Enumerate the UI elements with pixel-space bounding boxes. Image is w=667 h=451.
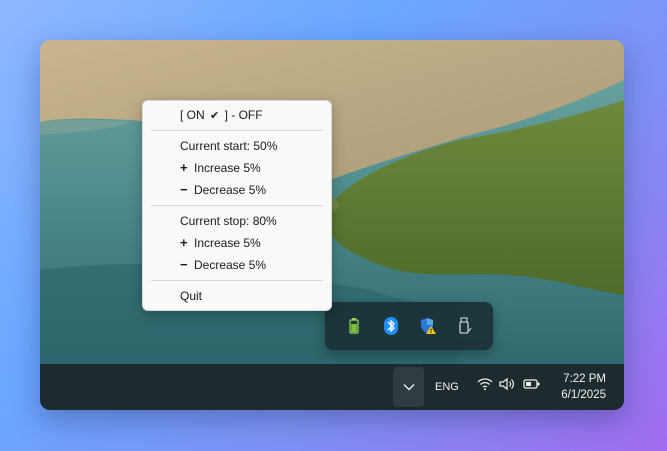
show-hidden-icons-button[interactable] <box>393 367 424 407</box>
usb-drive-icon[interactable] <box>455 316 475 336</box>
taskbar: ENG 7:22 PM 6/1/2025 <box>40 364 624 410</box>
volume-icon[interactable] <box>499 377 517 391</box>
battery-charge-icon[interactable] <box>344 316 364 336</box>
toggle-on-label: [ ON <box>180 108 205 122</box>
start-increase-item[interactable]: + Increase 5% <box>143 157 331 179</box>
stop-increase-label: Increase 5% <box>194 236 261 250</box>
bluetooth-icon[interactable] <box>381 316 401 336</box>
plus-icon: + <box>180 160 188 175</box>
tray-overflow-flyout <box>325 302 493 350</box>
input-language-indicator[interactable]: ENG <box>435 364 459 410</box>
security-warning-icon[interactable] <box>418 316 438 336</box>
checkmark-icon: ✔ <box>210 110 220 122</box>
clock-date: 6/1/2025 <box>561 389 606 401</box>
wifi-icon[interactable] <box>477 377 493 391</box>
clock-time: 7:22 PM <box>563 373 606 385</box>
current-start-label: Current start: 50% <box>180 139 278 153</box>
minus-icon: − <box>180 257 188 272</box>
system-status-icons[interactable] <box>477 377 541 391</box>
current-stop-item[interactable]: Current stop: 80% <box>143 210 331 232</box>
plus-icon: + <box>180 235 188 250</box>
quit-label: Quit <box>180 289 203 303</box>
desktop-window: [ ON ✔ ] - OFF Current start: 50% + Incre… <box>40 40 624 410</box>
start-increase-label: Increase 5% <box>194 161 261 175</box>
stop-decrease-item[interactable]: − Decrease 5% <box>143 254 331 276</box>
taskbar-clock[interactable]: 7:22 PM 6/1/2025 <box>561 371 606 403</box>
quit-item[interactable]: Quit <box>143 285 331 307</box>
stop-increase-item[interactable]: + Increase 5% <box>143 232 331 254</box>
current-start-item[interactable]: Current start: 50% <box>143 135 331 157</box>
toggle-off-label: ] - OFF <box>224 108 263 122</box>
menu-separator <box>151 205 323 206</box>
battery-icon[interactable] <box>523 378 541 390</box>
start-decrease-label: Decrease 5% <box>194 183 267 197</box>
menu-separator <box>151 130 323 131</box>
toggle-on-off-item[interactable]: [ ON ✔ ] - OFF <box>143 104 331 126</box>
battery-limit-context-menu: [ ON ✔ ] - OFF Current start: 50% + Incre… <box>142 100 332 311</box>
stop-decrease-label: Decrease 5% <box>194 258 267 272</box>
menu-separator <box>151 280 323 281</box>
current-stop-label: Current stop: 80% <box>180 214 277 228</box>
start-decrease-item[interactable]: − Decrease 5% <box>143 179 331 201</box>
minus-icon: − <box>180 182 188 197</box>
chevron-up-icon <box>403 378 415 396</box>
